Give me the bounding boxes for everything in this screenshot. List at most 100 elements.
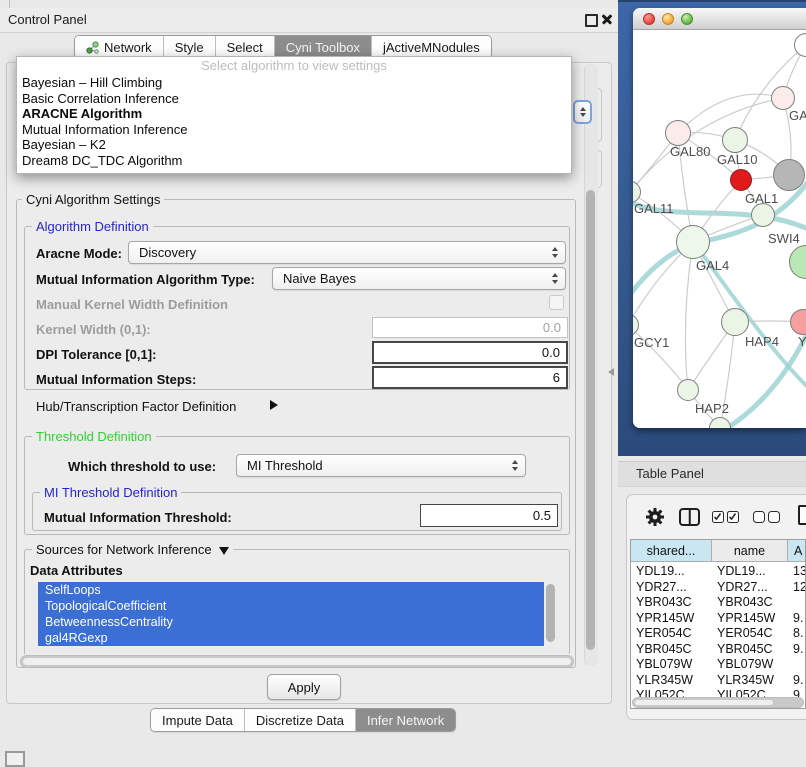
aracne-mode-label: Aracne Mode: (36, 246, 122, 261)
hub-expander-icon[interactable] (270, 400, 278, 410)
tab-select[interactable]: Select (216, 36, 275, 58)
table-row[interactable]: YER054CYER054C8. (631, 626, 805, 642)
kernel-width-input[interactable]: 0.0 (372, 317, 568, 338)
tab-cyni-toolbox[interactable]: Cyni Toolbox (275, 36, 372, 58)
table-row[interactable]: YLR345WYLR345W9. (631, 673, 805, 689)
threshold-definition-title: Threshold Definition (32, 429, 156, 444)
settings-vscrollbar-thumb[interactable] (586, 190, 595, 650)
network-node-gal-pink[interactable] (771, 86, 795, 110)
combo-arrows-icon (552, 273, 558, 284)
splitpane-collapse-icon[interactable] (608, 368, 614, 376)
algorithm-definition-title: Algorithm Definition (32, 219, 153, 234)
apply-button[interactable]: Apply (267, 674, 341, 700)
node-label: GAL80 (670, 144, 710, 159)
column-header-partial[interactable]: A (788, 540, 806, 562)
minimized-panel-icon[interactable] (5, 751, 25, 767)
aracne-mode-value: Discovery (129, 245, 196, 260)
checked-checkbox-icon[interactable] (712, 511, 724, 523)
which-threshold-value: MI Threshold (237, 458, 323, 473)
node-label: HAP4 (745, 334, 779, 349)
dropdown-item[interactable]: ARACNE Algorithm (17, 106, 571, 122)
mi-threshold-title: MI Threshold Definition (40, 485, 181, 500)
unchecked-checkbox-icon[interactable] (753, 511, 765, 523)
network-node-hap2[interactable] (677, 379, 699, 401)
network-node-gal10[interactable] (722, 127, 748, 153)
dpi-tolerance-input[interactable]: 0.0 (372, 341, 568, 364)
tab-impute-data[interactable]: Impute Data (151, 709, 245, 731)
columns-icon[interactable] (679, 508, 700, 526)
control-panel-title: Control Panel (8, 12, 87, 27)
manual-kernel-width-label: Manual Kernel Width Definition (36, 297, 228, 312)
dropdown-item[interactable]: Basic Correlation Inference (17, 91, 571, 107)
dropdown-item[interactable]: Mutual Information Inference (17, 122, 571, 138)
column-header-shared-name[interactable]: shared... (631, 540, 712, 562)
which-threshold-combobox[interactable]: MI Threshold (236, 454, 526, 477)
network-node-gal80[interactable] (665, 120, 691, 146)
tab-network-label: Network (104, 40, 152, 55)
zoom-traffic-light[interactable] (681, 13, 693, 25)
minimize-traffic-light[interactable] (662, 13, 674, 25)
unchecked-checkbox-icon[interactable] (768, 511, 780, 523)
mi-algorithm-type-value: Naive Bayes (273, 271, 356, 286)
table-row[interactable]: YBR043CYBR043C (631, 595, 805, 611)
float-window-icon[interactable] (585, 14, 598, 27)
tab-jactivemnodules[interactable]: jActiveMNodules (372, 36, 491, 58)
dropdown-item[interactable]: Dream8 DC_TDC Algorithm (17, 153, 571, 169)
node-label: GAL11 (634, 201, 674, 216)
network-node-hap4[interactable] (721, 308, 749, 336)
settings-hscrollbar[interactable] (20, 655, 574, 668)
table-row[interactable]: YDR27...YDR27...12 (631, 580, 805, 596)
checked-checkbox-icon[interactable] (727, 511, 739, 523)
mi-threshold-input[interactable]: 0.5 (420, 504, 558, 527)
node-label: SWI4 (768, 231, 800, 246)
network-window-titlebar[interactable] (633, 8, 806, 30)
table-hscrollbar[interactable] (632, 697, 804, 708)
column-header-name[interactable]: name (712, 540, 788, 562)
dropdown-item[interactable]: Bayesian – Hill Climbing (17, 75, 571, 91)
network-node-swi4[interactable] (751, 203, 775, 227)
network-window: GAL GAL80 GAL10 GAL1 GAL11 SWI4 GAL4 GCY… (633, 8, 806, 428)
list-item[interactable]: BetweennessCentrality (38, 614, 544, 630)
network-node-gal4[interactable] (676, 225, 710, 259)
table-row[interactable]: YBL079WYBL079W (631, 657, 805, 673)
node-label: GAL (789, 108, 806, 123)
node-label: HAP2 (695, 401, 729, 416)
node-label: GAL1 (745, 191, 778, 206)
table-row[interactable]: YDL19...YDL19...13 (631, 564, 805, 580)
tab-style[interactable]: Style (164, 36, 216, 58)
mi-steps-label: Mutual Information Steps: (36, 372, 196, 387)
page-icon[interactable] (798, 505, 806, 525)
network-canvas[interactable]: GAL GAL80 GAL10 GAL1 GAL11 SWI4 GAL4 GCY… (633, 30, 806, 428)
network-node-gal1[interactable] (730, 169, 752, 191)
control-panel-titlebar (0, 8, 618, 33)
tab-infer-network[interactable]: Infer Network (356, 709, 455, 731)
node-label: GAL10 (717, 152, 757, 167)
list-item[interactable]: gal4RGexp (38, 630, 544, 646)
combo-arrows-icon (552, 247, 558, 258)
aracne-mode-combobox[interactable]: Discovery (128, 241, 566, 264)
algorithm-combobox-spinner[interactable] (573, 100, 592, 124)
table-row[interactable]: YPR145WYPR145W9. (631, 611, 805, 627)
gear-icon[interactable] (645, 507, 665, 527)
mi-threshold-label: Mutual Information Threshold: (44, 510, 232, 525)
dropdown-item[interactable]: Bayesian – K2 (17, 137, 571, 153)
tab-network[interactable]: Network (75, 36, 164, 58)
collapse-icon[interactable] (219, 547, 229, 555)
list-item[interactable]: TopologicalCoefficient (38, 598, 544, 614)
table-row[interactable]: YBR045CYBR045C9. (631, 642, 805, 658)
network-tab-icon (86, 41, 99, 54)
mi-steps-input[interactable]: 6 (372, 366, 568, 389)
close-traffic-light[interactable] (643, 13, 655, 25)
tab-discretize-data[interactable]: Discretize Data (245, 709, 356, 731)
sources-title: Sources for Network Inference (32, 542, 233, 557)
top-strip-line (9, 0, 10, 8)
node-label: GCY1 (634, 335, 669, 350)
list-scrollbar-thumb[interactable] (546, 584, 555, 642)
data-attributes-list: SelfLoops TopologicalCoefficient Between… (38, 582, 544, 646)
manual-kernel-width-checkbox[interactable] (549, 295, 564, 310)
close-icon[interactable] (601, 13, 613, 25)
list-item[interactable]: SelfLoops (38, 582, 544, 598)
network-node-gray[interactable] (773, 159, 805, 191)
mi-algorithm-type-combobox[interactable]: Naive Bayes (272, 267, 566, 290)
algorithm-dropdown-popup: Select algorithm to view settings Bayesi… (16, 56, 572, 174)
